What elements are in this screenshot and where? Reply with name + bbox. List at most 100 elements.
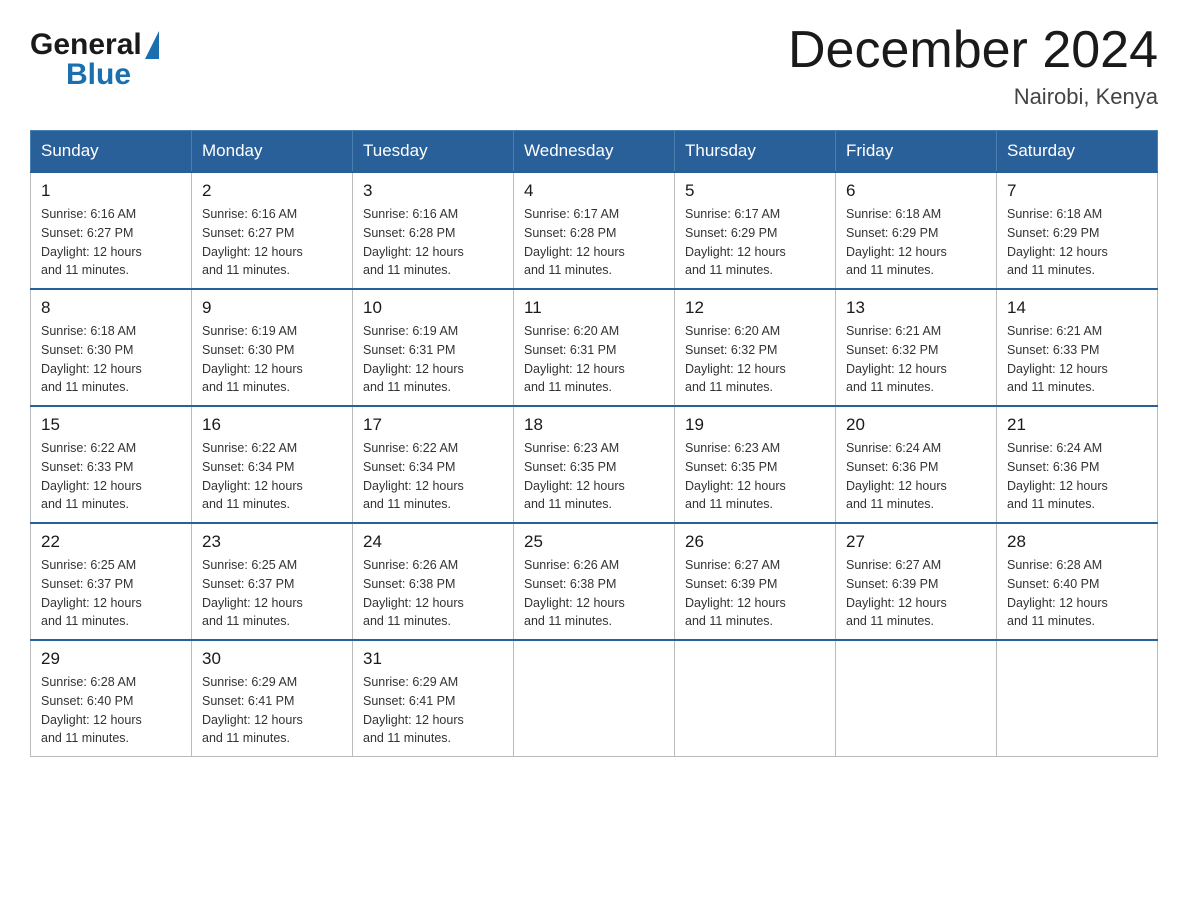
day-number: 21 [1007, 415, 1147, 435]
col-header-saturday: Saturday [997, 131, 1158, 173]
day-number: 16 [202, 415, 342, 435]
day-number: 23 [202, 532, 342, 552]
day-info: Sunrise: 6:21 AMSunset: 6:33 PMDaylight:… [1007, 322, 1147, 397]
calendar-cell: 6Sunrise: 6:18 AMSunset: 6:29 PMDaylight… [836, 172, 997, 289]
day-info: Sunrise: 6:27 AMSunset: 6:39 PMDaylight:… [846, 556, 986, 631]
logo-line1: General [30, 30, 159, 60]
day-info: Sunrise: 6:26 AMSunset: 6:38 PMDaylight:… [524, 556, 664, 631]
calendar-cell: 28 Sunrise: 6:28 AMSunset: 6:40 PMDayligh… [997, 523, 1158, 640]
day-info: Sunrise: 6:25 AMSunset: 6:37 PMDaylight:… [202, 556, 342, 631]
day-info: Sunrise: 6:24 AMSunset: 6:36 PMDaylight:… [1007, 439, 1147, 514]
day-number: 15 [41, 415, 181, 435]
week-row-3: 15 Sunrise: 6:22 AMSunset: 6:33 PMDayligh… [31, 406, 1158, 523]
calendar-cell [836, 640, 997, 757]
day-info: Sunrise: 6:25 AMSunset: 6:37 PMDaylight:… [41, 556, 181, 631]
day-number: 5 [685, 181, 825, 201]
calendar-table: SundayMondayTuesdayWednesdayThursdayFrid… [30, 130, 1158, 757]
day-info: Sunrise: 6:16 AMSunset: 6:27 PMDaylight:… [41, 205, 181, 280]
day-number: 3 [363, 181, 503, 201]
calendar-cell: 11 Sunrise: 6:20 AMSunset: 6:31 PMDayligh… [514, 289, 675, 406]
calendar-cell: 30 Sunrise: 6:29 AMSunset: 6:41 PMDayligh… [192, 640, 353, 757]
day-number: 28 [1007, 532, 1147, 552]
day-number: 31 [363, 649, 503, 669]
day-number: 2 [202, 181, 342, 201]
day-info: Sunrise: 6:17 AMSunset: 6:29 PMDaylight:… [685, 205, 825, 280]
day-number: 18 [524, 415, 664, 435]
day-number: 11 [524, 298, 664, 318]
day-info: Sunrise: 6:28 AMSunset: 6:40 PMDaylight:… [1007, 556, 1147, 631]
calendar-cell [997, 640, 1158, 757]
title-area: December 2024 Nairobi, Kenya [788, 20, 1158, 110]
day-number: 26 [685, 532, 825, 552]
day-info: Sunrise: 6:19 AMSunset: 6:30 PMDaylight:… [202, 322, 342, 397]
calendar-cell: 20 Sunrise: 6:24 AMSunset: 6:36 PMDayligh… [836, 406, 997, 523]
day-info: Sunrise: 6:19 AMSunset: 6:31 PMDaylight:… [363, 322, 503, 397]
day-number: 1 [41, 181, 181, 201]
calendar-cell: 10 Sunrise: 6:19 AMSunset: 6:31 PMDayligh… [353, 289, 514, 406]
page-header: General Blue December 2024 Nairobi, Keny… [30, 20, 1158, 110]
day-info: Sunrise: 6:29 AMSunset: 6:41 PMDaylight:… [202, 673, 342, 748]
calendar-cell: 23 Sunrise: 6:25 AMSunset: 6:37 PMDayligh… [192, 523, 353, 640]
day-number: 6 [846, 181, 986, 201]
logo-blue-text: Blue [66, 60, 131, 90]
day-number: 25 [524, 532, 664, 552]
calendar-cell: 17 Sunrise: 6:22 AMSunset: 6:34 PMDayligh… [353, 406, 514, 523]
day-info: Sunrise: 6:27 AMSunset: 6:39 PMDaylight:… [685, 556, 825, 631]
calendar-cell [675, 640, 836, 757]
calendar-cell: 3Sunrise: 6:16 AMSunset: 6:28 PMDaylight… [353, 172, 514, 289]
calendar-cell: 29Sunrise: 6:28 AMSunset: 6:40 PMDayligh… [31, 640, 192, 757]
day-info: Sunrise: 6:22 AMSunset: 6:34 PMDaylight:… [363, 439, 503, 514]
day-number: 13 [846, 298, 986, 318]
day-number: 19 [685, 415, 825, 435]
day-number: 7 [1007, 181, 1147, 201]
day-info: Sunrise: 6:26 AMSunset: 6:38 PMDaylight:… [363, 556, 503, 631]
calendar-cell: 22 Sunrise: 6:25 AMSunset: 6:37 PMDayligh… [31, 523, 192, 640]
calendar-cell: 12 Sunrise: 6:20 AMSunset: 6:32 PMDayligh… [675, 289, 836, 406]
day-info: Sunrise: 6:20 AMSunset: 6:31 PMDaylight:… [524, 322, 664, 397]
day-info: Sunrise: 6:20 AMSunset: 6:32 PMDaylight:… [685, 322, 825, 397]
week-row-2: 8 Sunrise: 6:18 AMSunset: 6:30 PMDaylight… [31, 289, 1158, 406]
col-header-monday: Monday [192, 131, 353, 173]
day-info: Sunrise: 6:22 AMSunset: 6:33 PMDaylight:… [41, 439, 181, 514]
calendar-cell: 1 Sunrise: 6:16 AMSunset: 6:27 PMDaylight… [31, 172, 192, 289]
day-info: Sunrise: 6:16 AMSunset: 6:27 PMDaylight:… [202, 205, 342, 280]
calendar-cell: 7 Sunrise: 6:18 AMSunset: 6:29 PMDaylight… [997, 172, 1158, 289]
day-number: 12 [685, 298, 825, 318]
col-header-wednesday: Wednesday [514, 131, 675, 173]
logo-triangle-icon [145, 31, 159, 59]
day-info: Sunrise: 6:18 AMSunset: 6:30 PMDaylight:… [41, 322, 181, 397]
calendar-cell: 26 Sunrise: 6:27 AMSunset: 6:39 PMDayligh… [675, 523, 836, 640]
calendar-cell: 16Sunrise: 6:22 AMSunset: 6:34 PMDayligh… [192, 406, 353, 523]
day-number: 8 [41, 298, 181, 318]
calendar-cell [514, 640, 675, 757]
day-number: 29 [41, 649, 181, 669]
day-number: 30 [202, 649, 342, 669]
day-info: Sunrise: 6:23 AMSunset: 6:35 PMDaylight:… [524, 439, 664, 514]
month-title: December 2024 [788, 20, 1158, 80]
day-number: 22 [41, 532, 181, 552]
calendar-cell: 27 Sunrise: 6:27 AMSunset: 6:39 PMDayligh… [836, 523, 997, 640]
calendar-cell: 14Sunrise: 6:21 AMSunset: 6:33 PMDayligh… [997, 289, 1158, 406]
calendar-cell: 9 Sunrise: 6:19 AMSunset: 6:30 PMDaylight… [192, 289, 353, 406]
day-number: 27 [846, 532, 986, 552]
calendar-cell: 25 Sunrise: 6:26 AMSunset: 6:38 PMDayligh… [514, 523, 675, 640]
calendar-cell: 4Sunrise: 6:17 AMSunset: 6:28 PMDaylight… [514, 172, 675, 289]
day-info: Sunrise: 6:17 AMSunset: 6:28 PMDaylight:… [524, 205, 664, 280]
day-number: 24 [363, 532, 503, 552]
calendar-cell: 19Sunrise: 6:23 AMSunset: 6:35 PMDayligh… [675, 406, 836, 523]
day-number: 10 [363, 298, 503, 318]
calendar-cell: 8 Sunrise: 6:18 AMSunset: 6:30 PMDaylight… [31, 289, 192, 406]
day-info: Sunrise: 6:24 AMSunset: 6:36 PMDaylight:… [846, 439, 986, 514]
week-row-5: 29Sunrise: 6:28 AMSunset: 6:40 PMDayligh… [31, 640, 1158, 757]
day-info: Sunrise: 6:18 AMSunset: 6:29 PMDaylight:… [1007, 205, 1147, 280]
day-number: 20 [846, 415, 986, 435]
week-row-4: 22 Sunrise: 6:25 AMSunset: 6:37 PMDayligh… [31, 523, 1158, 640]
col-header-friday: Friday [836, 131, 997, 173]
day-number: 17 [363, 415, 503, 435]
calendar-cell: 18 Sunrise: 6:23 AMSunset: 6:35 PMDayligh… [514, 406, 675, 523]
day-number: 9 [202, 298, 342, 318]
calendar-cell: 31Sunrise: 6:29 AMSunset: 6:41 PMDayligh… [353, 640, 514, 757]
col-header-sunday: Sunday [31, 131, 192, 173]
day-info: Sunrise: 6:21 AMSunset: 6:32 PMDaylight:… [846, 322, 986, 397]
location: Nairobi, Kenya [788, 84, 1158, 110]
